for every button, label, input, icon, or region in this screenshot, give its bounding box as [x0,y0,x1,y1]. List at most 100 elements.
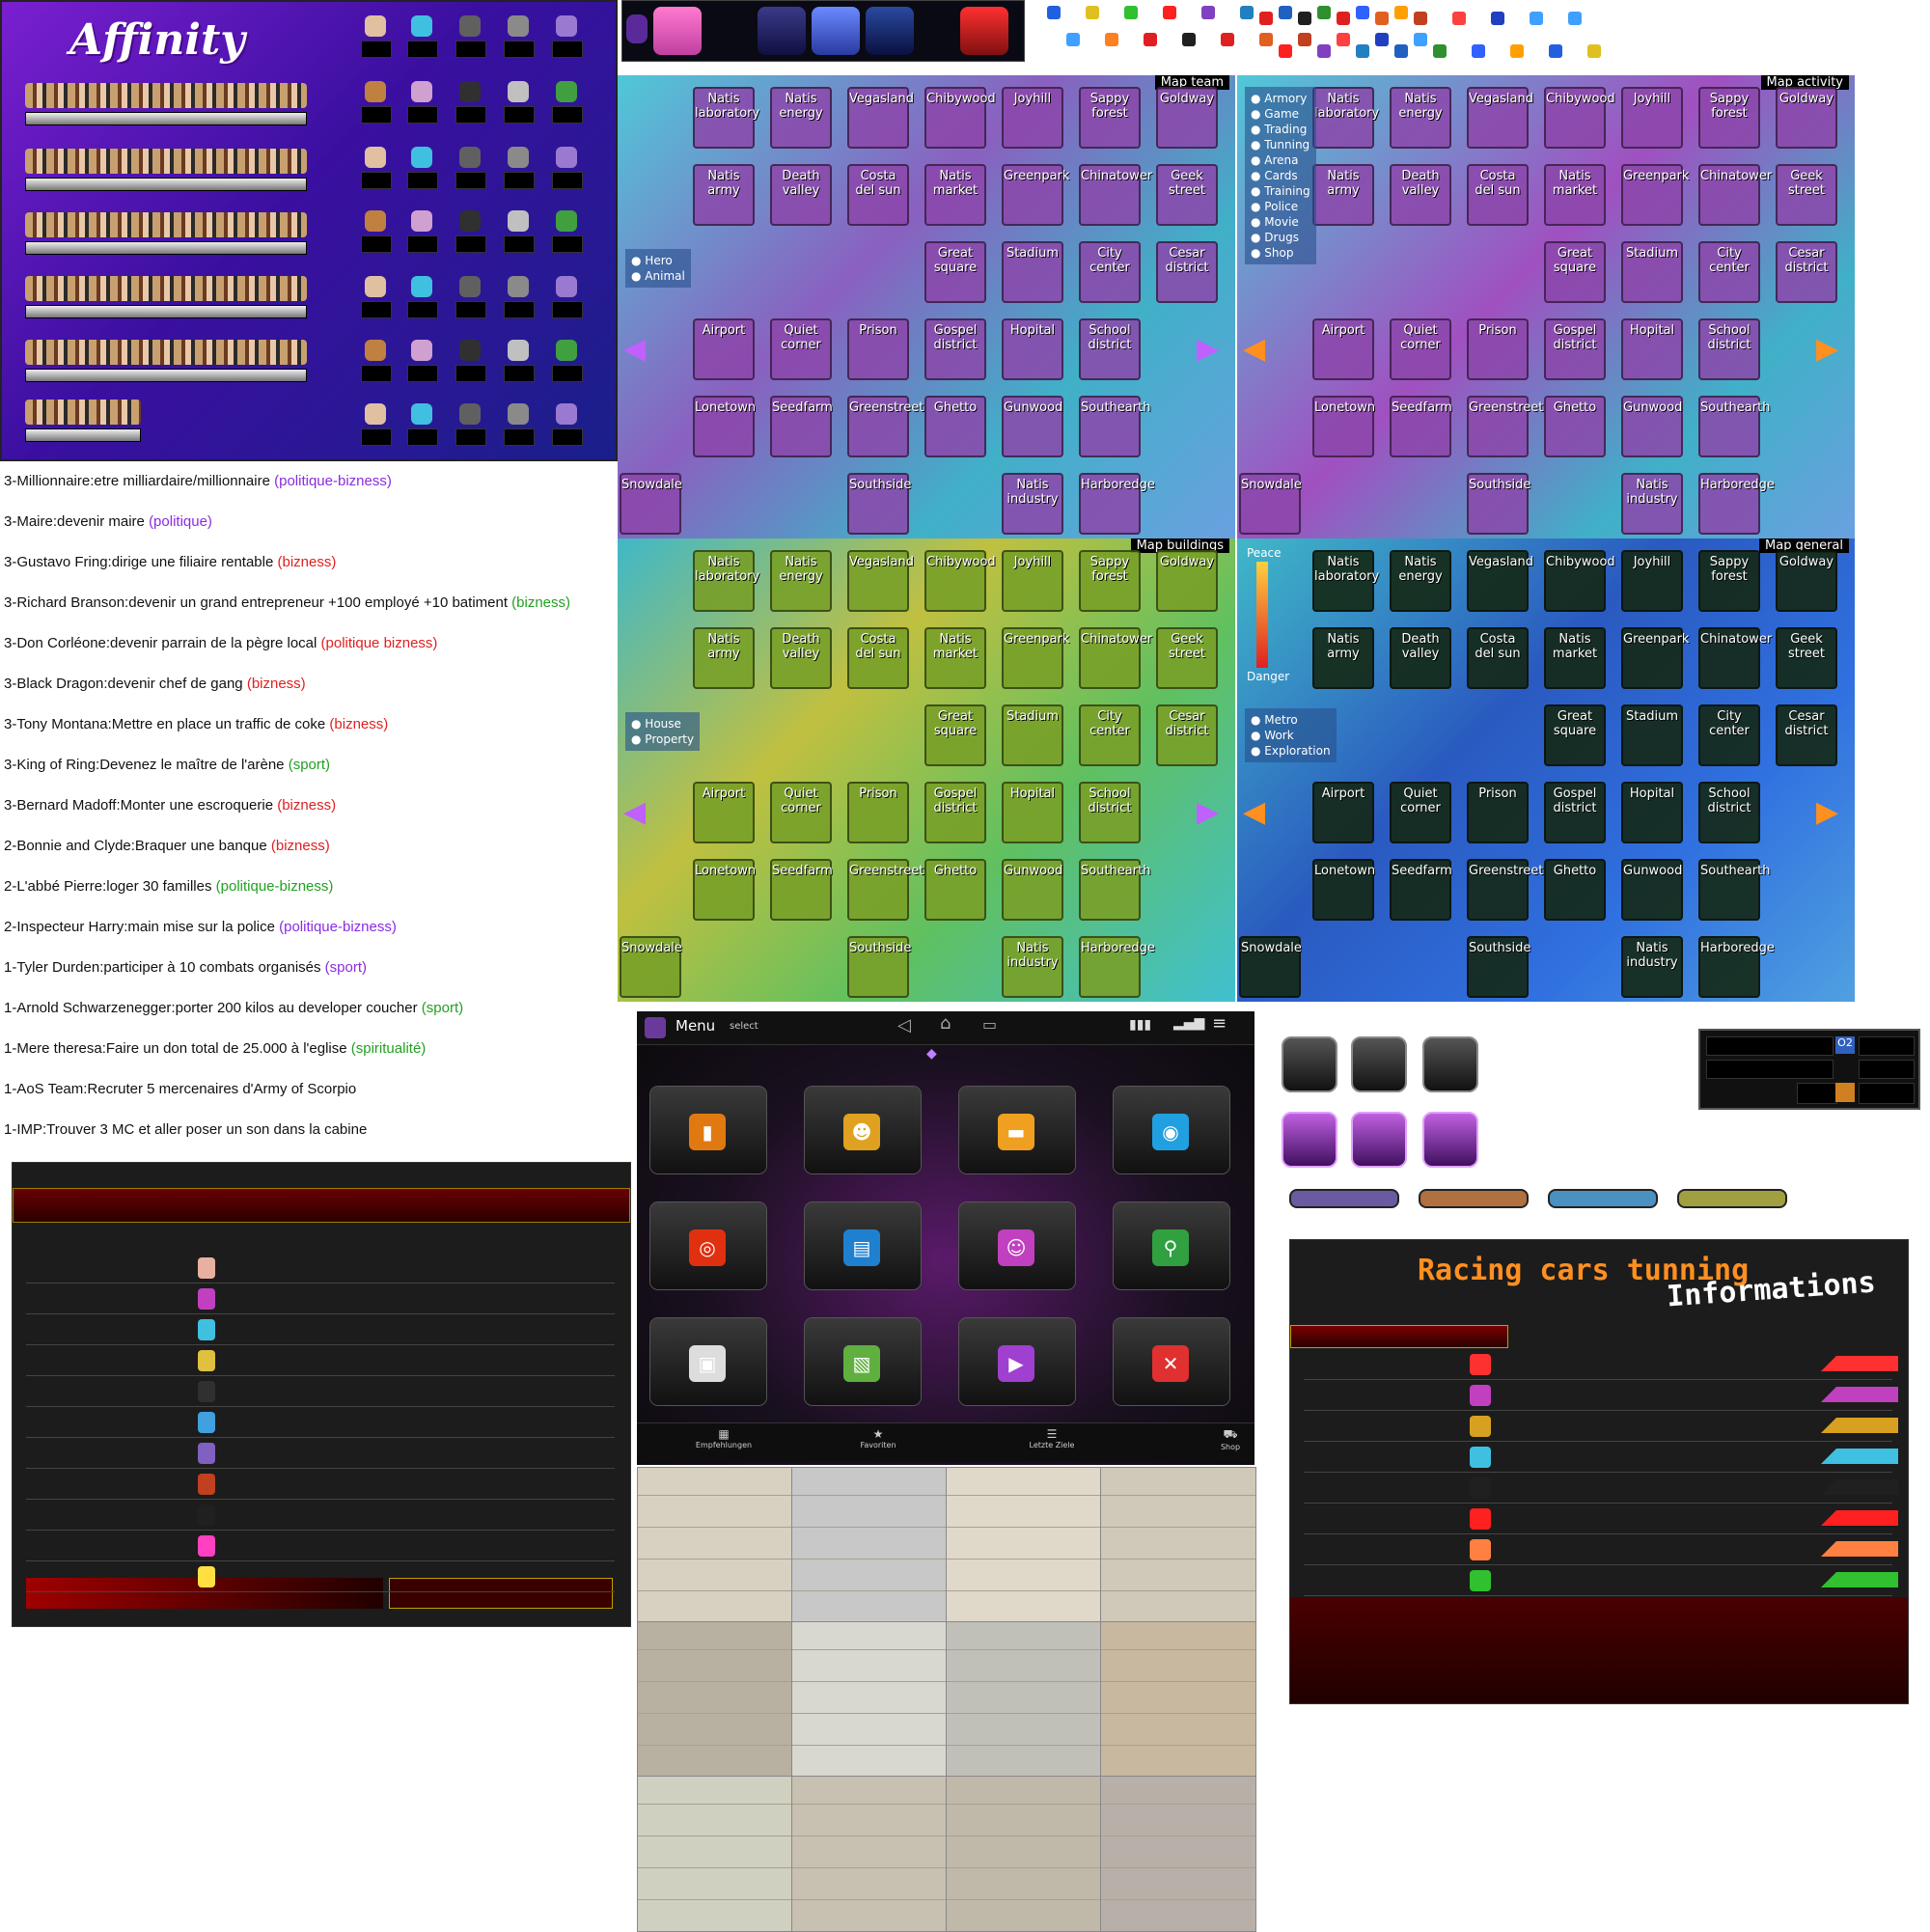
character-slot[interactable] [552,81,583,125]
district-cell[interactable]: Gospel district [924,782,986,843]
district-cell[interactable]: Greenstreet [1467,396,1543,457]
map-next-arrow[interactable]: ▶ [1816,332,1838,366]
district-cell[interactable]: City center [1079,704,1141,766]
district-cell[interactable]: Natis army [1312,164,1374,226]
ranking-row[interactable] [26,1408,615,1438]
district-cell[interactable]: Natis laboratory [693,87,759,149]
character-slot[interactable] [407,81,438,125]
district-cell[interactable]: Snowdale [620,473,682,535]
globe-button[interactable] [812,7,860,55]
character-slot[interactable] [407,147,438,191]
district-cell[interactable]: Cesar district [1156,704,1218,766]
district-cell[interactable]: Quiet corner [770,782,832,843]
district-cell[interactable]: Seedfarm [1390,859,1452,921]
district-cell[interactable]: Hopital [1621,782,1683,843]
character-slot[interactable] [455,340,486,384]
district-cell[interactable]: Ghetto [1544,859,1606,921]
district-cell[interactable]: Southearth [1698,396,1770,457]
district-cell[interactable]: Airport [693,782,755,843]
character-slot[interactable] [361,340,392,384]
district-cell[interactable]: School district [1698,318,1760,380]
ranking-row[interactable] [26,1470,615,1500]
district-cell[interactable]: Natis industry [1002,936,1063,998]
district-cell[interactable]: Harboredge [1698,936,1775,998]
district-cell[interactable]: Prison [1467,318,1529,380]
district-cell[interactable]: Hopital [1002,782,1063,843]
district-cell[interactable]: Ghetto [1544,396,1606,457]
character-slot[interactable] [361,15,392,60]
car-row[interactable] [1304,1381,1898,1411]
ranking-row[interactable] [26,1439,615,1469]
car-row[interactable] [1304,1443,1898,1473]
district-cell[interactable]: Natis market [924,627,986,689]
character-slot[interactable] [504,210,535,255]
district-cell[interactable]: Death valley [770,627,832,689]
menu-icon[interactable]: ≡ [1212,1013,1227,1034]
district-cell[interactable]: Snowdale [620,936,682,998]
district-cell[interactable]: Natis energy [1390,550,1451,612]
character-slot[interactable] [361,276,392,320]
tab-recent[interactable]: ☰ Letzte Ziele [1023,1427,1081,1449]
district-cell[interactable]: Hopital [1002,318,1063,380]
district-cell[interactable]: Costa del sun [1467,164,1529,226]
character-slot[interactable] [455,81,486,125]
character-slot[interactable] [407,15,438,60]
district-cell[interactable]: Southside [1467,473,1530,535]
district-cell[interactable]: Gunwood [1621,859,1683,921]
menu-tile[interactable]: ▮ [650,1087,766,1173]
menu-tile[interactable]: ◉ [1114,1087,1229,1173]
district-cell[interactable]: City center [1698,704,1760,766]
district-cell[interactable]: Chibywood [924,87,996,149]
character-slot[interactable] [504,15,535,60]
district-cell[interactable]: Great square [924,704,986,766]
district-cell[interactable]: Quiet corner [1390,318,1451,380]
car-row[interactable] [1304,1412,1898,1442]
district-cell[interactable]: Natis industry [1621,936,1683,998]
district-cell[interactable]: Seedfarm [1390,396,1452,457]
ranking-row[interactable] [26,1501,615,1531]
car-row[interactable] [1304,1535,1898,1565]
character-slot[interactable] [407,276,438,320]
district-cell[interactable]: Chibywood [1544,550,1615,612]
district-cell[interactable]: Great square [1544,704,1606,766]
menu-tile[interactable]: ⚲ [1114,1202,1229,1289]
district-cell[interactable]: Goldway [1776,550,1837,612]
map-next-arrow[interactable]: ▶ [1197,795,1219,829]
ranking-row[interactable] [26,1254,615,1283]
map-prev-arrow[interactable]: ◀ [1243,795,1265,829]
ammo-button[interactable] [1282,1036,1337,1092]
menu-tile[interactable]: ▧ [805,1318,921,1405]
district-cell[interactable]: Prison [1467,782,1529,843]
menu-tile[interactable]: ✕ [1114,1318,1229,1405]
recent-apps-icon[interactable]: ▭ [982,1015,997,1034]
expand-icon[interactable]: ◆ [926,1046,937,1062]
district-cell[interactable]: Natis market [1544,164,1606,226]
district-cell[interactable]: Cesar district [1156,241,1218,303]
district-cell[interactable]: Gospel district [1544,782,1606,843]
district-cell[interactable]: Costa del sun [847,164,909,226]
district-cell[interactable]: Stadium [1621,241,1683,303]
district-cell[interactable]: Gospel district [924,318,986,380]
district-cell[interactable]: Joyhill [1621,87,1683,149]
district-cell[interactable]: Harboredge [1079,936,1155,998]
character-slot[interactable] [455,403,486,448]
district-cell[interactable]: Lonetown [1312,859,1375,921]
district-cell[interactable]: Joyhill [1002,87,1063,149]
menu-tile[interactable]: ◎ [650,1202,766,1289]
district-cell[interactable]: Sappy forest [1698,550,1760,612]
district-cell[interactable]: Seedfarm [770,396,833,457]
district-cell[interactable]: Death valley [1390,164,1451,226]
district-cell[interactable]: Quiet corner [1390,782,1451,843]
gun-button-active[interactable] [1282,1112,1337,1168]
character-slot[interactable] [504,340,535,384]
home-icon[interactable]: ⌂ [940,1013,951,1034]
character-slot[interactable] [552,147,583,191]
fist-button[interactable] [960,7,1008,55]
district-cell[interactable]: Gunwood [1621,396,1683,457]
district-cell[interactable]: Sappy forest [1079,550,1141,612]
character-slot[interactable] [361,210,392,255]
map-next-arrow[interactable]: ▶ [1816,795,1838,829]
menu-tile[interactable]: ☻ [805,1087,921,1173]
character-slot[interactable] [407,403,438,448]
district-cell[interactable]: Quiet corner [770,318,832,380]
